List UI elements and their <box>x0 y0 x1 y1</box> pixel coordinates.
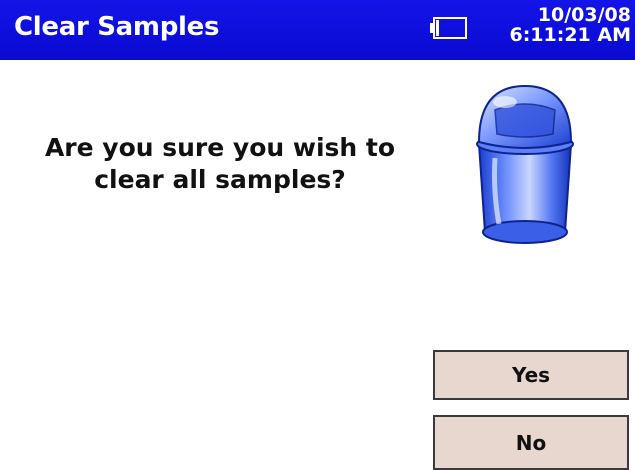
date-display: 10/03/08 <box>537 4 631 26</box>
no-button[interactable]: No <box>433 415 629 470</box>
question-line-1: Are you sure you wish to <box>44 133 396 162</box>
confirm-question: Are you sure you wish to clear all sampl… <box>10 132 430 196</box>
clear-samples-screen: Clear Samples 10/03/08 6:11:21 AM Are yo… <box>0 0 635 470</box>
question-line-2: clear all samples? <box>94 165 346 194</box>
page-title: Clear Samples <box>14 12 220 42</box>
time-display: 6:11:21 AM <box>509 24 631 46</box>
title-bar: Clear Samples 10/03/08 6:11:21 AM <box>0 0 635 60</box>
battery-empty-icon <box>430 17 467 39</box>
yes-button[interactable]: Yes <box>433 350 629 400</box>
trash-can-icon <box>476 84 574 244</box>
